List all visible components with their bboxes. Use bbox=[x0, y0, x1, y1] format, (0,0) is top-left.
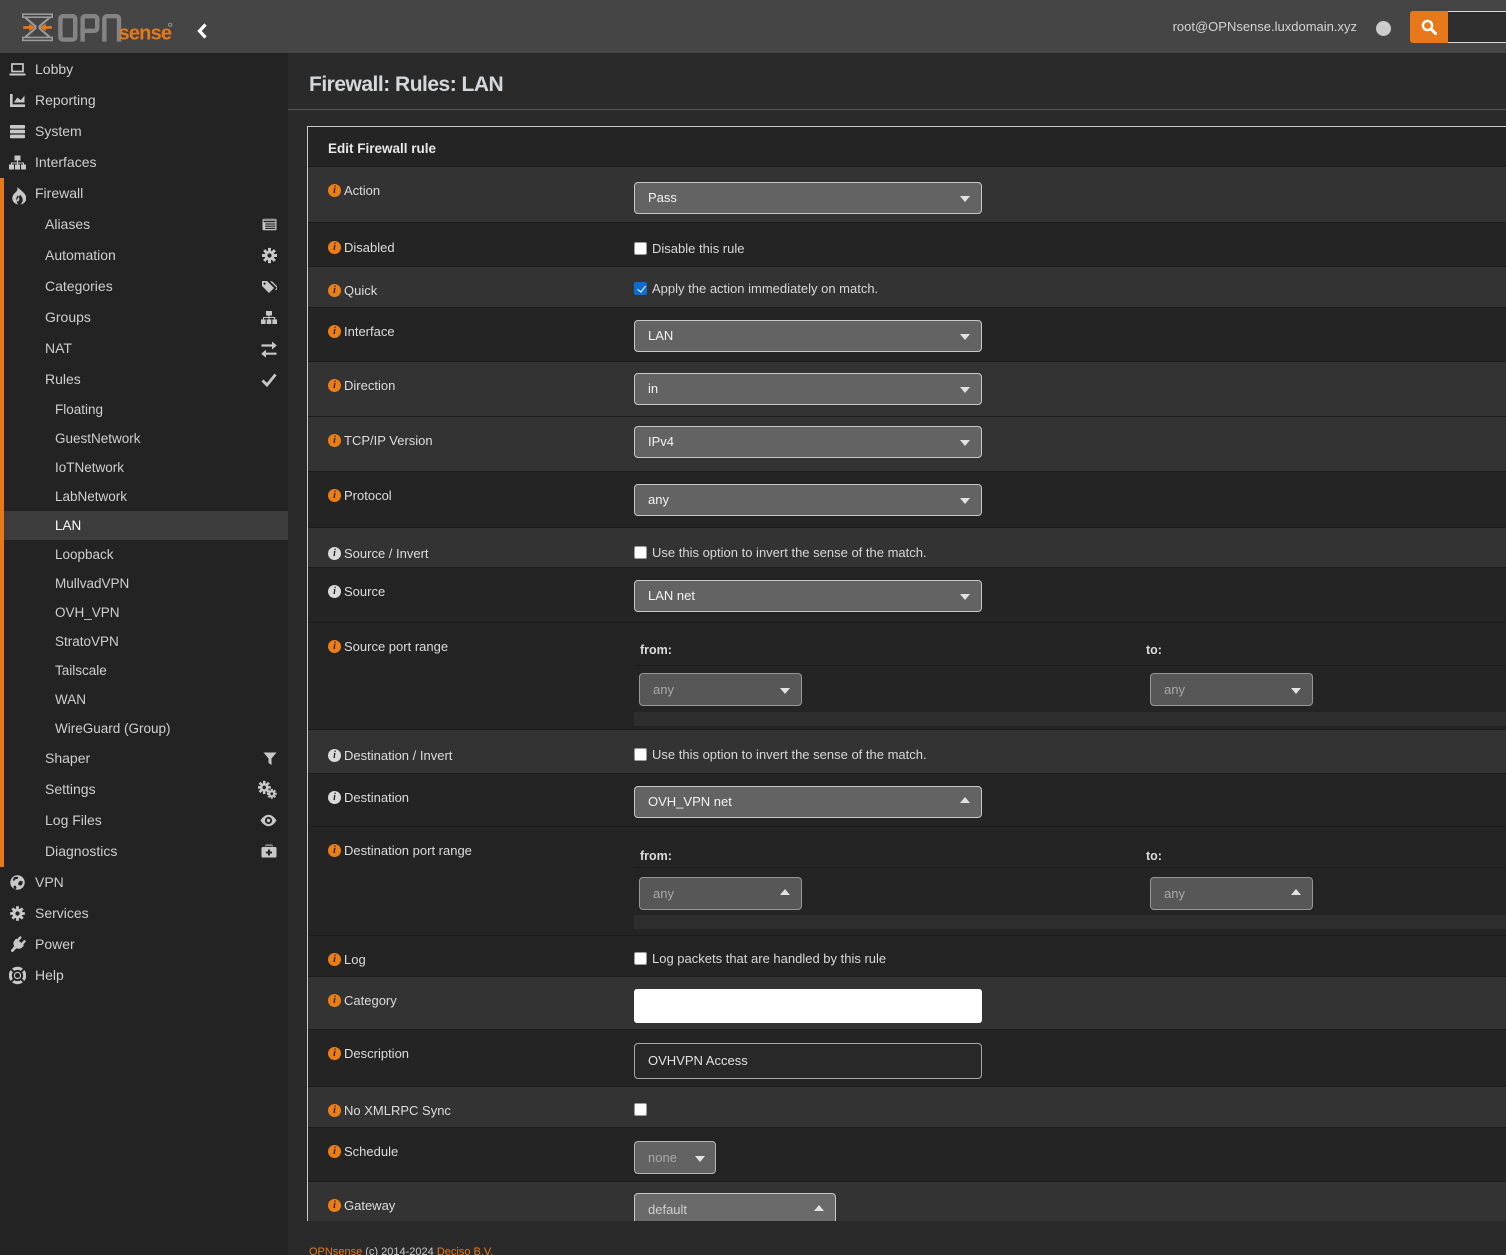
svg-text:sense: sense bbox=[119, 23, 172, 43]
